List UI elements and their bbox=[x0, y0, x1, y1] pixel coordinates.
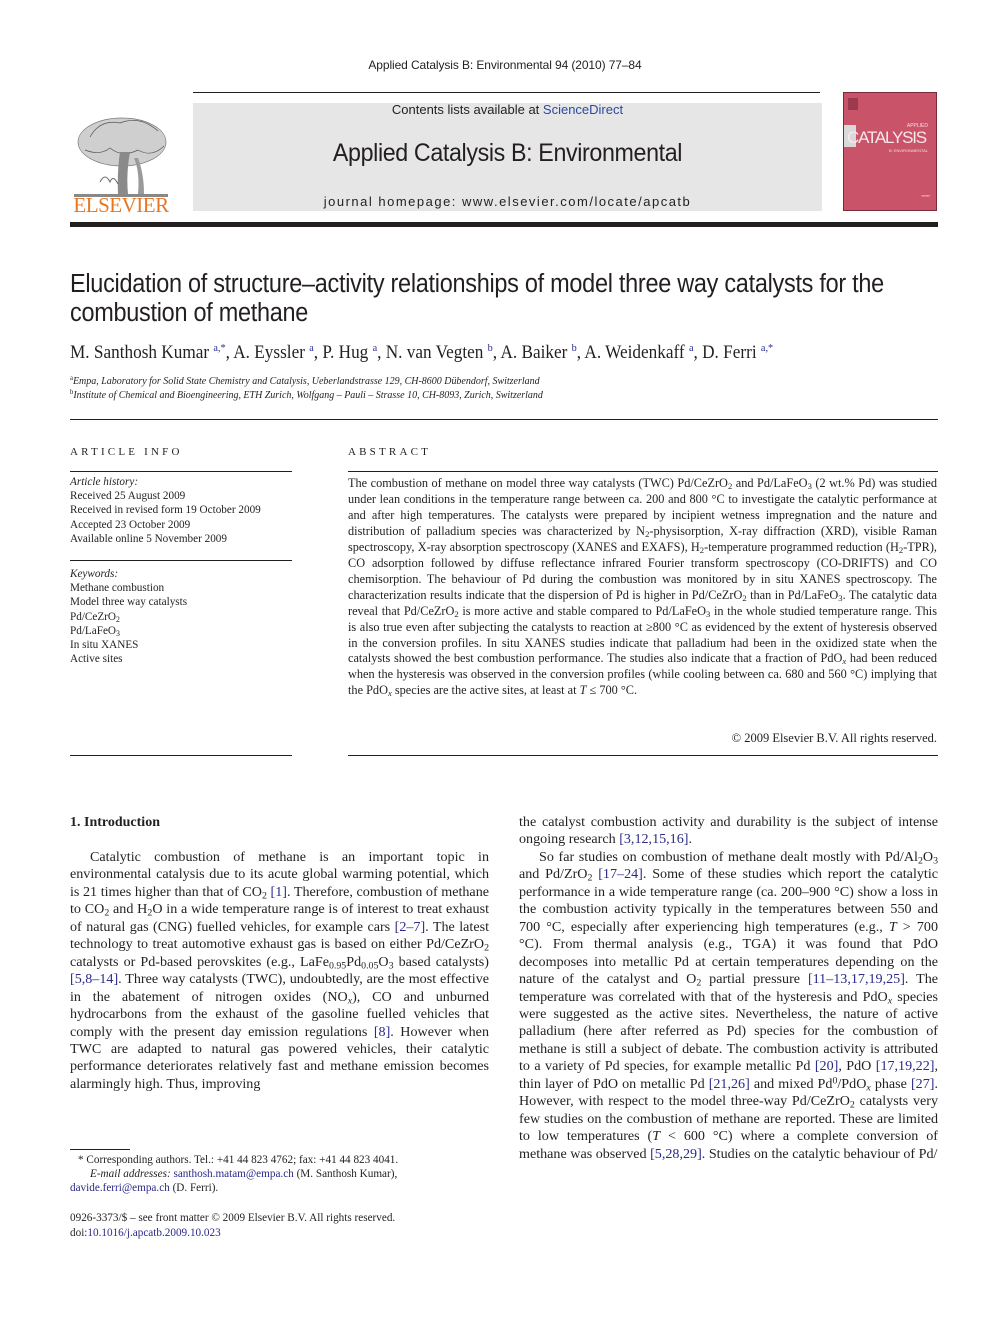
section-heading-introduction: 1. Introduction bbox=[70, 815, 160, 830]
email-owner: (D. Ferri). bbox=[169, 1182, 219, 1195]
divider bbox=[70, 755, 292, 756]
doi-prefix: doi: bbox=[70, 1227, 88, 1239]
author-separator: , bbox=[693, 343, 703, 363]
paragraph: Catalytic combustion of methane is an im… bbox=[70, 849, 489, 1092]
email-label: E-mail addresses: bbox=[90, 1168, 171, 1181]
corresponding-line: * Corresponding authors. Tel.: +41 44 82… bbox=[78, 1154, 399, 1166]
email-line-2: davide.ferri@empa.ch (D. Ferri). bbox=[70, 1181, 500, 1195]
sciencedirect-link[interactable]: ScienceDirect bbox=[543, 102, 623, 117]
author-separator: , bbox=[492, 343, 501, 363]
keywords: Keywords: Methane combustion Model three … bbox=[70, 567, 187, 666]
cover-footer: ▪▪▪▪▪▪ bbox=[921, 193, 930, 198]
copyright-notice: © 2009 Elsevier B.V. All rights reserved… bbox=[731, 731, 937, 745]
elsevier-wordmark[interactable]: ELSEVIER bbox=[70, 193, 172, 218]
journal-name: Applied Catalysis B: Environmental bbox=[332, 139, 683, 167]
divider bbox=[348, 471, 938, 472]
author-name: M. Santhosh Kumar bbox=[70, 343, 214, 363]
keyword: Active sites bbox=[70, 653, 123, 666]
abstract-text: The combustion of methane on model three… bbox=[348, 476, 938, 699]
author-name: A. Eyssler bbox=[233, 343, 310, 363]
keyword: In situ XANES bbox=[70, 639, 139, 652]
divider bbox=[70, 471, 292, 472]
cover-publisher-mark bbox=[848, 98, 858, 110]
doi-link[interactable]: 10.1016/j.apcatb.2009.10.023 bbox=[87, 1227, 220, 1239]
affiliation-rule bbox=[70, 419, 938, 420]
body-column-left: Catalytic combustion of methane is an im… bbox=[70, 849, 489, 1093]
contents-line: Contents lists available at ScienceDirec… bbox=[193, 102, 822, 117]
divider bbox=[348, 755, 938, 756]
history-received: Received 25 August 2009 bbox=[70, 490, 186, 503]
keywords-label: Keywords: bbox=[70, 568, 119, 580]
history-accepted: Accepted 23 October 2009 bbox=[70, 518, 191, 531]
divider bbox=[70, 560, 292, 561]
affiliation-text: Empa, Laboratory for Solid State Chemist… bbox=[72, 376, 540, 387]
author-separator: , bbox=[225, 343, 234, 363]
author-affiliation-marker[interactable]: a,* bbox=[213, 342, 225, 354]
email-line: E-mail addresses: santhosh.matam@empa.ch… bbox=[70, 1167, 500, 1181]
cover-title: CATALYSIS bbox=[847, 128, 927, 147]
history-revised: Received in revised form 19 October 2009 bbox=[70, 504, 261, 517]
header-rule bbox=[193, 92, 820, 93]
journal-cover-image[interactable]: APPLIED CATALYSIS B: ENVIRONMENTAL ▪▪▪▪▪… bbox=[843, 92, 937, 211]
email-link-santhosh[interactable]: santhosh.matam@empa.ch bbox=[173, 1168, 293, 1180]
author-name: A. Baiker bbox=[500, 343, 572, 363]
footnote-rule bbox=[70, 1149, 130, 1150]
body-column-right: the catalyst combustion activity and dur… bbox=[519, 814, 938, 1163]
header-thick-rule bbox=[70, 222, 938, 227]
history-online: Available online 5 November 2009 bbox=[70, 532, 227, 545]
doi-line: doi:10.1016/j.apcatb.2009.10.023 bbox=[70, 1226, 395, 1241]
affiliation-a: aEmpa, Laboratory for Solid State Chemis… bbox=[70, 375, 540, 388]
keyword: Pd/CeZrO2 bbox=[70, 610, 120, 624]
affiliation-text: Institute of Chemical and Bioengineering… bbox=[73, 390, 543, 401]
article-info-heading: ARTICLE INFO bbox=[70, 446, 183, 458]
author-separator: , bbox=[377, 343, 386, 363]
corresponding-author-footnote: * Corresponding authors. Tel.: +41 44 82… bbox=[70, 1153, 500, 1196]
front-matter: 0926-3373/$ – see front matter © 2009 El… bbox=[70, 1211, 395, 1241]
issn-line: 0926-3373/$ – see front matter © 2009 El… bbox=[70, 1212, 396, 1224]
email-link-ferri[interactable]: davide.ferri@empa.ch bbox=[70, 1182, 170, 1194]
article-title: Elucidation of structure–activity relati… bbox=[70, 270, 884, 327]
keyword: Model three way catalysts bbox=[70, 596, 188, 609]
abstract-heading: ABSTRACT bbox=[348, 446, 432, 458]
running-head: Applied Catalysis B: Environmental 94 (2… bbox=[368, 58, 642, 72]
author-name: A. Weidenkaff bbox=[584, 343, 689, 363]
journal-homepage[interactable]: journal homepage: www.elsevier.com/locat… bbox=[193, 194, 822, 209]
keyword: Pd/LaFeO3 bbox=[70, 624, 120, 638]
email-owner: (M. Santhosh Kumar), bbox=[293, 1168, 398, 1181]
cover-subtitle: B: ENVIRONMENTAL bbox=[888, 148, 928, 153]
paragraph: the catalyst combustion activity and dur… bbox=[519, 814, 938, 848]
keyword: Methane combustion bbox=[70, 582, 165, 595]
keyword-list: Methane combustion Model three way cataly… bbox=[70, 581, 187, 666]
author-name: D. Ferri bbox=[702, 343, 761, 363]
paragraph: So far studies on combustion of methane … bbox=[519, 848, 938, 1162]
contents-prefix: Contents lists available at bbox=[391, 102, 543, 117]
article-history-label: Article history: bbox=[70, 476, 139, 488]
author-list: M. Santhosh Kumar a,*, A. Eyssler a, P. … bbox=[70, 343, 773, 364]
affiliation-b: bInstitute of Chemical and Bioengineerin… bbox=[70, 389, 543, 402]
article-history: Article history: Received 25 August 2009… bbox=[70, 475, 261, 546]
author-name: N. van Vegten bbox=[385, 343, 488, 363]
author-name: P. Hug bbox=[322, 343, 373, 363]
author-separator: , bbox=[576, 343, 585, 363]
author-affiliation-marker[interactable]: a,* bbox=[761, 342, 773, 354]
